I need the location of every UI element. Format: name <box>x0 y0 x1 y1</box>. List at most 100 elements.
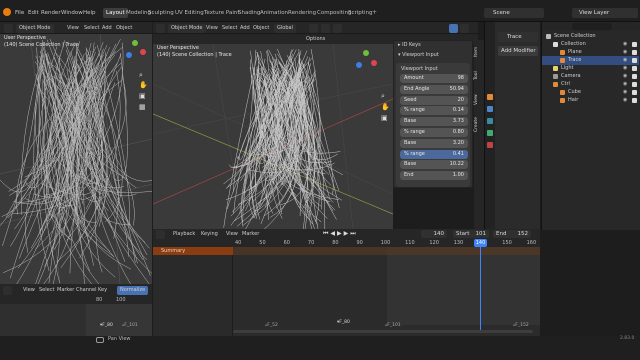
current-frame-field[interactable]: 140 <box>421 230 447 238</box>
dope-sheet[interactable]: Summary 40 50 60 70 80 90 100 110 120 130 150 160 1… <box>153 239 540 336</box>
main-zoom-icon[interactable]: ⌕ <box>381 92 385 101</box>
graph-marker[interactable]: ▾F_80 <box>100 323 113 328</box>
checkbox-icon[interactable] <box>632 58 637 63</box>
checkbox-icon[interactable] <box>632 50 637 55</box>
outliner-search-input[interactable] <box>572 23 612 30</box>
normalize-toggle[interactable]: Normalize <box>117 286 149 295</box>
graph-marker[interactable]: ▵F_101 <box>122 323 138 328</box>
jump-end-icon[interactable]: ⏭ <box>350 230 357 237</box>
left-camera-icon[interactable]: ▣ <box>139 92 146 100</box>
menu-playback[interactable]: Playback <box>170 230 198 239</box>
main-camera-icon[interactable]: ▣ <box>381 114 388 122</box>
add-workspace-icon[interactable]: + <box>372 9 377 16</box>
visibility-eye-icon[interactable]: ◉ <box>623 96 627 105</box>
menu-marker[interactable]: Marker <box>239 230 262 239</box>
view-layer-selector[interactable]: View Layer <box>572 8 638 18</box>
id-keys-section[interactable]: ▸ ID Keys <box>398 42 421 48</box>
left-zoom-icon[interactable]: ⌕ <box>139 71 143 80</box>
viewport-input-field[interactable]: Base 3.20 <box>400 138 468 148</box>
main-editor-type-icon[interactable] <box>156 24 165 33</box>
tab-view[interactable]: View <box>474 90 483 110</box>
menu-edit[interactable]: Edit <box>28 8 39 18</box>
viewport-input-field[interactable]: End 1.00 <box>400 171 468 181</box>
options-dropdown[interactable]: Options <box>303 35 328 44</box>
left-viewport[interactable]: User Perspective (140) Scene Collection … <box>0 34 152 284</box>
start-frame-field[interactable]: Start 101 <box>453 230 489 238</box>
main-menu-object[interactable]: Object <box>250 24 272 33</box>
left-menu-view[interactable]: View <box>64 24 82 33</box>
scene-selector[interactable]: Scene <box>484 8 544 18</box>
viewport-input-field[interactable]: Base 10.22 <box>400 160 468 170</box>
main-pan-icon[interactable]: ✋ <box>381 103 390 111</box>
physics-tab-icon[interactable] <box>487 130 493 136</box>
marker[interactable]: ▾F_80 <box>337 320 350 325</box>
modifier-tab-icon[interactable] <box>487 106 493 112</box>
end-value: 152 <box>517 231 529 237</box>
left-grid-icon[interactable]: ▦ <box>139 103 146 111</box>
particles-tab-icon[interactable] <box>487 118 493 124</box>
viewport-input-field[interactable]: % range 0.14 <box>400 106 468 116</box>
frame-tick: 80 <box>332 240 339 246</box>
left-pan-icon[interactable]: ✋ <box>139 81 148 89</box>
main-viewport[interactable]: User Perspective (140) Scene Collection … <box>153 44 393 229</box>
viewport-input-field[interactable]: Amount 98 <box>400 74 468 83</box>
checkbox-icon[interactable] <box>632 42 637 47</box>
blender-logo-icon[interactable] <box>3 8 11 16</box>
tab-create[interactable]: Create <box>474 114 483 136</box>
tab-scripting[interactable]: Scripting <box>345 8 375 18</box>
playback-controls[interactable]: ⏮◀▶▶⏭ <box>323 230 358 238</box>
graph-editor[interactable]: 80 100 ▾F_80 ▵F_101 <box>0 296 152 336</box>
viewport-input-field[interactable]: End Angle 50.94 <box>400 84 468 94</box>
marker[interactable]: ▵F_52 <box>265 323 278 328</box>
graph-editor-type-icon[interactable] <box>3 286 12 295</box>
material-tab-icon[interactable] <box>487 142 493 148</box>
graph-scene-range <box>86 304 152 336</box>
shading-solid-icon[interactable] <box>449 24 458 33</box>
viewport-input-section[interactable]: ▾ Viewport Input <box>398 52 439 58</box>
horizontal-scrollbar[interactable] <box>233 330 533 333</box>
left-navigation-gizmo[interactable] <box>124 40 146 62</box>
outliner-item[interactable]: Hair ◉ <box>542 96 639 105</box>
play-icon[interactable]: ▶ <box>337 230 344 237</box>
object-tab-icon[interactable] <box>487 94 493 100</box>
proportional-edit-icon[interactable] <box>333 24 342 33</box>
menu-render[interactable]: Render <box>41 8 61 18</box>
checkbox-icon[interactable] <box>632 82 637 87</box>
editor-type-icon[interactable] <box>4 24 13 33</box>
playhead-frame-label[interactable]: 140 <box>474 239 487 247</box>
left-mode-dropdown[interactable]: Object Mode <box>16 24 54 33</box>
menu-file[interactable]: File <box>15 8 24 18</box>
object-name-field[interactable]: Trace <box>498 32 538 42</box>
checkbox-icon[interactable] <box>632 98 637 103</box>
viewport-input-field[interactable]: % range 0.41 <box>400 149 468 159</box>
end-frame-field[interactable]: End 152 <box>493 230 531 238</box>
marker[interactable]: ▵F_152 <box>513 323 529 328</box>
main-navigation-gizmo[interactable] <box>355 50 377 72</box>
tab-tool[interactable]: Tool <box>474 66 483 86</box>
viewport-input-field[interactable]: % range 0.80 <box>400 128 468 137</box>
checkbox-icon[interactable] <box>632 74 637 79</box>
shading-material-icon[interactable] <box>460 24 469 33</box>
menu-window[interactable]: Window <box>61 8 83 18</box>
orientation-dropdown[interactable]: Global <box>274 24 296 33</box>
checkbox-icon[interactable] <box>632 66 637 71</box>
timeline-editor-type-icon[interactable] <box>156 230 165 239</box>
summary-channel[interactable]: Summary <box>153 247 233 255</box>
viewport-input-field[interactable]: Base 3.73 <box>400 117 468 127</box>
graph-tick: 100 <box>116 297 126 303</box>
viewport-input-field[interactable]: Seed 20 <box>400 95 468 105</box>
playhead[interactable] <box>480 239 481 331</box>
main-mode-dropdown[interactable]: Object Mode <box>168 24 206 33</box>
menu-keying[interactable]: Keying <box>198 230 221 239</box>
graph-menu-key[interactable]: Key <box>95 286 110 295</box>
checkbox-icon[interactable] <box>632 90 637 95</box>
add-modifier-button[interactable]: Add Modifier <box>498 46 538 56</box>
left-menu-object[interactable]: Object <box>113 24 135 33</box>
pivot-icon[interactable] <box>309 24 318 33</box>
menu-help[interactable]: Help <box>83 8 96 18</box>
channel-search[interactable] <box>153 239 233 247</box>
marker[interactable]: ▵F_101 <box>385 323 401 328</box>
object-type-icon <box>553 42 558 47</box>
snap-icon[interactable] <box>321 24 330 33</box>
tab-item[interactable]: Item <box>474 42 483 62</box>
